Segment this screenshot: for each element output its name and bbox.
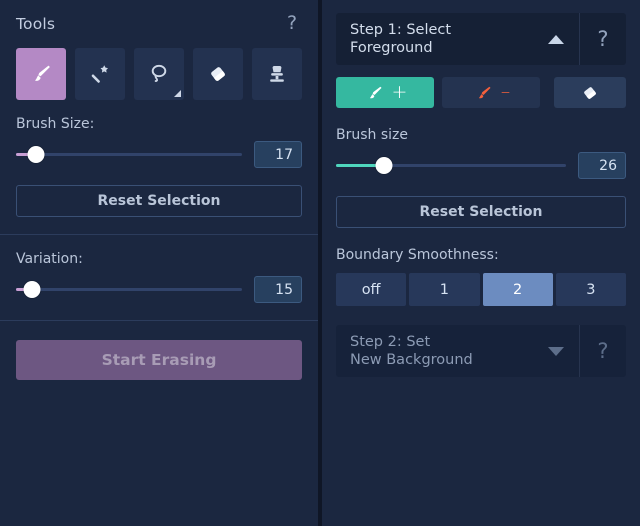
page-title: Tools <box>16 14 56 33</box>
boundary-smoothness-option-3[interactable]: 3 <box>555 273 626 306</box>
eraser-icon <box>579 82 601 104</box>
boundary-smoothness-option-2[interactable]: 2 <box>482 273 553 306</box>
step2-collapse-toggle[interactable] <box>533 325 579 377</box>
paintbrush-icon <box>363 82 385 104</box>
lasso-icon <box>146 61 172 87</box>
slider-handle[interactable] <box>27 146 45 163</box>
remove-foreground-button[interactable]: – <box>442 77 540 108</box>
slider-handle[interactable] <box>375 157 393 174</box>
help-icon[interactable]: ? <box>282 14 302 33</box>
magic-wand-tool-button[interactable] <box>75 48 125 100</box>
step1-title-line2: Foreground <box>350 40 433 56</box>
chevron-up-icon <box>548 34 564 44</box>
slider-track <box>16 153 242 156</box>
selection-mode-row: + – <box>336 77 626 108</box>
tools-panel: Tools ? Brush Size: 17 Reset Selection V… <box>0 0 320 526</box>
eraser-mode-button[interactable] <box>554 77 626 108</box>
step1-title-line1: Step 1: Select <box>350 21 452 38</box>
magic-wand-icon <box>87 61 113 87</box>
step1-help-button[interactable]: ? <box>579 13 626 65</box>
lasso-tool-button[interactable] <box>134 48 184 100</box>
brush-size-label: Brush Size: <box>16 116 95 132</box>
minus-icon: – <box>500 81 511 103</box>
brush-size-slider-row: 26 <box>336 152 626 179</box>
reset-selection-button[interactable]: Reset Selection <box>16 185 302 217</box>
step2-header[interactable]: Step 2: Set New Background ? <box>336 325 626 377</box>
variation-slider[interactable] <box>16 281 242 299</box>
step1-collapse-toggle[interactable] <box>533 13 579 65</box>
submenu-indicator-icon <box>174 90 181 97</box>
brush-size-slider-row: 17 <box>0 132 318 168</box>
chevron-down-icon <box>548 346 564 356</box>
background-removal-tool-panels: Tools ? Brush Size: 17 Reset Selection V… <box>0 0 640 526</box>
add-foreground-button[interactable]: + <box>336 77 434 108</box>
variation-value[interactable]: 15 <box>254 276 302 303</box>
boundary-smoothness-option-off[interactable]: off <box>336 273 407 306</box>
stamp-icon <box>264 61 290 87</box>
boundary-smoothness-segmented-control: off 1 2 3 <box>336 273 626 306</box>
step1-title: Step 1: Select Foreground <box>336 13 533 65</box>
step2-help-button[interactable]: ? <box>579 325 626 377</box>
brush-size-value[interactable]: 26 <box>578 152 626 179</box>
brush-size-slider[interactable] <box>16 146 242 164</box>
paintbrush-icon <box>472 82 494 104</box>
step1-header[interactable]: Step 1: Select Foreground ? <box>336 13 626 65</box>
help-icon: ? <box>597 26 609 51</box>
paintbrush-icon <box>28 61 54 87</box>
step2-title-line2: New Background <box>350 352 473 368</box>
section-divider <box>0 320 318 321</box>
eraser-icon <box>205 61 231 87</box>
start-erasing-button[interactable]: Start Erasing <box>16 340 302 380</box>
variation-slider-row: 15 <box>0 267 318 303</box>
boundary-smoothness-option-1[interactable]: 1 <box>409 273 480 306</box>
variation-label: Variation: <box>16 251 83 267</box>
brush-tool-button[interactable] <box>16 48 66 100</box>
clone-stamp-tool-button[interactable] <box>252 48 302 100</box>
background-removal-panel: Step 1: Select Foreground ? + – Brush si… <box>320 0 640 526</box>
help-icon: ? <box>597 338 609 363</box>
brush-size-value[interactable]: 17 <box>254 141 302 168</box>
tool-palette <box>0 35 318 100</box>
tools-panel-header: Tools ? <box>0 0 318 35</box>
boundary-smoothness-label: Boundary Smoothness: <box>336 247 499 263</box>
brush-size-label: Brush size <box>336 127 408 143</box>
step2-title: Step 2: Set New Background <box>336 325 533 377</box>
reset-selection-button[interactable]: Reset Selection <box>336 196 626 228</box>
slider-handle[interactable] <box>23 281 41 298</box>
step2-title-line1: Step 2: Set <box>350 333 431 350</box>
brush-size-slider[interactable] <box>336 157 566 175</box>
plus-icon: + <box>391 81 408 103</box>
eraser-tool-button[interactable] <box>193 48 243 100</box>
slider-track <box>16 288 242 291</box>
